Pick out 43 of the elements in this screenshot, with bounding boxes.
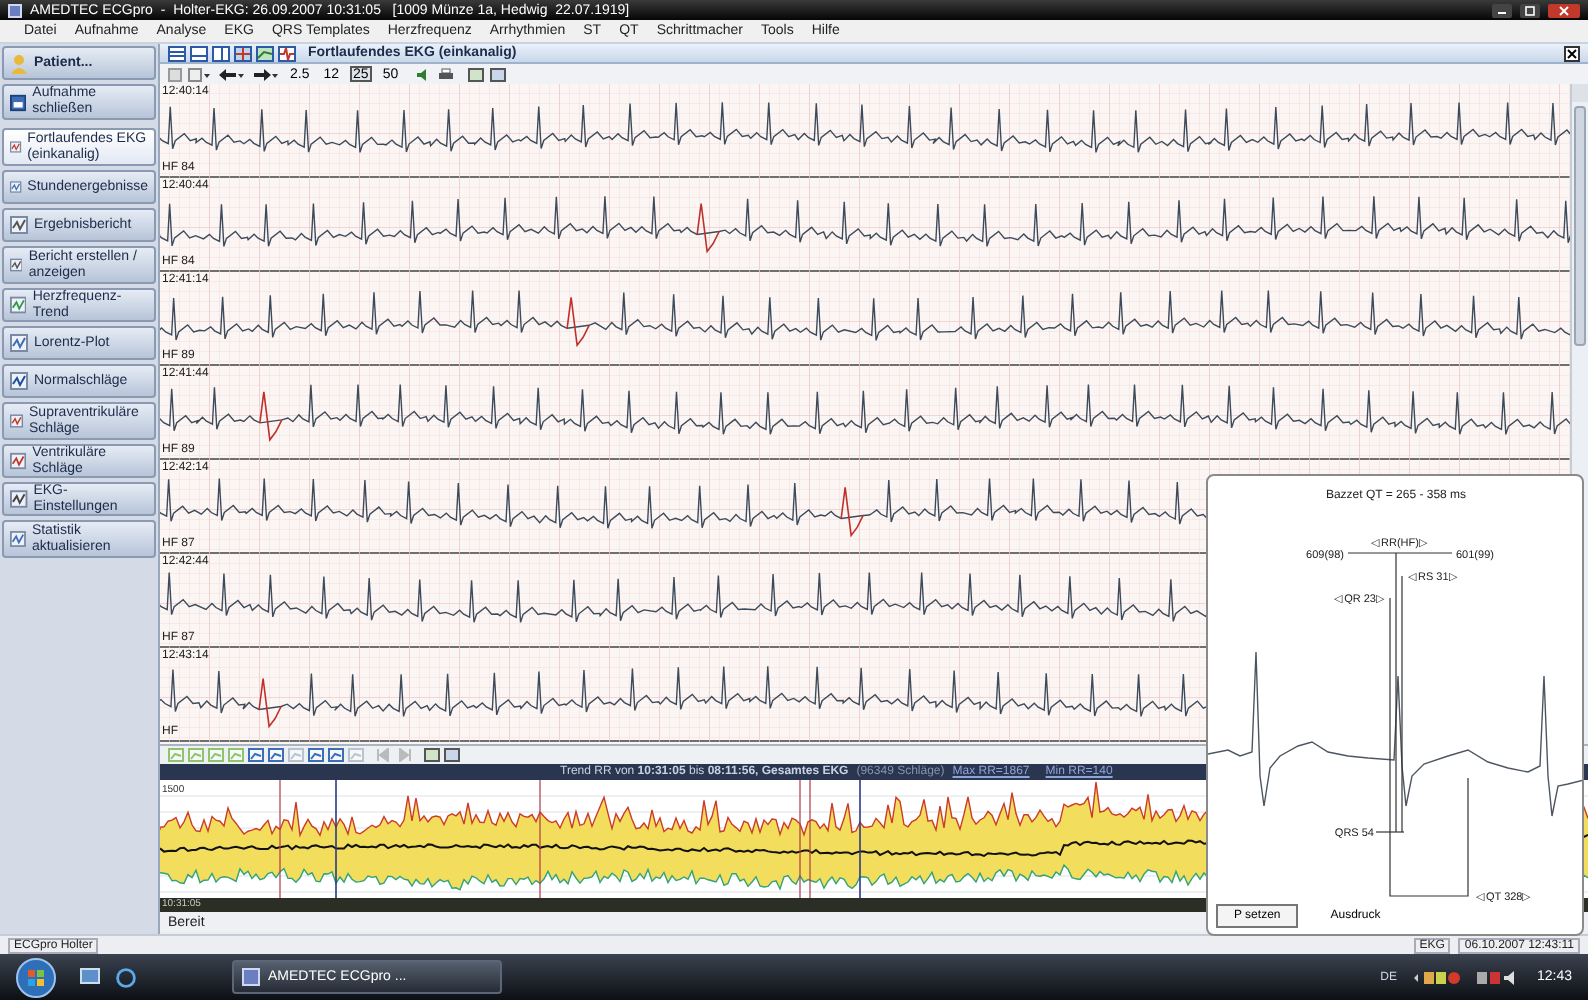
chart-tool-icon[interactable] [328,748,344,762]
desktop-icon[interactable] [80,968,100,986]
ecg-icon[interactable] [278,45,296,61]
chart-tool-icon[interactable] [248,748,264,762]
close-icon[interactable] [1548,3,1580,17]
chart-icon[interactable] [256,45,274,61]
person-icon [10,53,28,73]
window-icon [242,968,260,986]
tray-icons-drawing[interactable] [1412,969,1461,985]
chart-icon [10,490,28,508]
chart-icon [10,412,24,430]
arrow-left-icon[interactable] [218,67,246,81]
chart-icon [10,216,28,234]
chart-icon [10,138,22,156]
page-icon[interactable] [168,67,182,81]
minimize-icon[interactable] [1492,3,1512,17]
chart-icon [10,296,27,314]
chart-icon[interactable] [234,45,252,61]
chart-icon [10,178,22,196]
layout-icon[interactable] [168,45,186,61]
maximize-icon[interactable] [1520,3,1540,17]
zoom-icon[interactable] [188,67,212,81]
ventricular-beat-trace [259,391,283,442]
ventricular-beat-trace [566,296,590,348]
chart-icon [10,334,28,352]
layout-icon[interactable] [190,45,208,61]
ventricular-beat-trace [840,486,864,538]
chart-icon [10,530,26,548]
layout-icon[interactable] [212,45,230,61]
close-icon[interactable] [1564,45,1580,61]
window-icon [10,93,27,111]
ventricular-beat-trace [258,677,282,729]
ventricular-beat-trace [696,202,720,254]
chart-icon [10,452,27,470]
arrow-right-icon[interactable] [252,67,280,81]
print-icon[interactable] [438,67,455,81]
chart-icon [10,372,28,390]
app-icon [8,3,22,17]
chart-icon [10,256,23,274]
chart-tool-icon[interactable] [308,748,324,762]
chart-tool-icon[interactable] [268,748,284,762]
start-button-icon[interactable] [16,957,56,997]
browser-icon[interactable] [116,967,136,987]
